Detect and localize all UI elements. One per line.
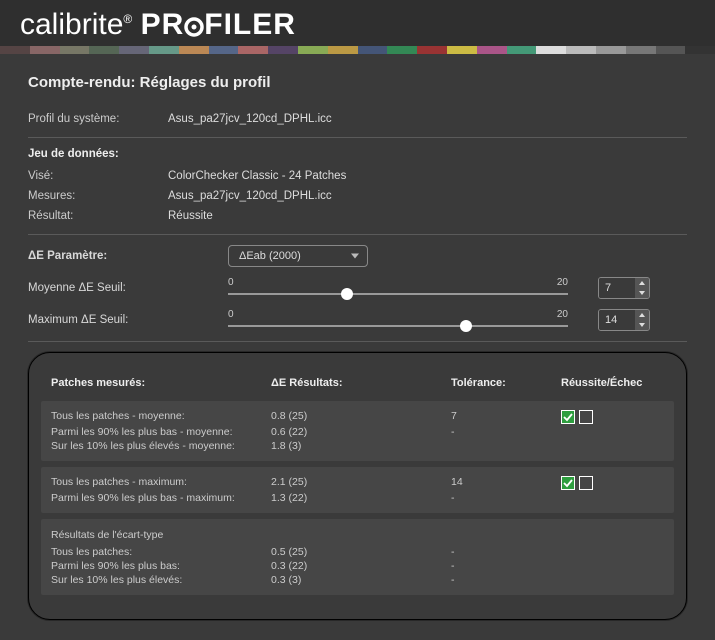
row-pf bbox=[561, 410, 651, 424]
brand-text: calibrite bbox=[20, 8, 123, 41]
result-row: Sur les 10% les plus élevés - moyenne:1.… bbox=[51, 439, 664, 453]
row-de: 1.8 (3) bbox=[271, 440, 451, 452]
row-de: 0.8 (25) bbox=[271, 410, 451, 424]
row-tol: - bbox=[451, 574, 561, 586]
row-pf bbox=[561, 476, 651, 490]
max-threshold-label: Maximum ΔE Seuil: bbox=[28, 314, 228, 326]
stepper-down-icon[interactable] bbox=[635, 320, 649, 330]
max-threshold-input[interactable] bbox=[599, 310, 635, 330]
col-passfail: Réussite/Échec bbox=[561, 377, 651, 389]
results-header: Patches mesurés: ΔE Résultats: Tolérance… bbox=[51, 371, 664, 395]
row-label: Parmi les 90% les plus bas - moyenne: bbox=[51, 426, 271, 438]
result-row: Résultat: Réussite bbox=[28, 206, 687, 226]
result-row: Tous les patches:0.5 (25)- bbox=[51, 545, 664, 559]
fail-icon bbox=[579, 410, 593, 424]
slider-thumb[interactable] bbox=[341, 288, 353, 300]
row-pf bbox=[561, 574, 651, 586]
row-tol: 14 bbox=[451, 476, 561, 490]
pass-fail-indicator bbox=[561, 476, 651, 490]
de-param-selected: ΔEab (2000) bbox=[239, 250, 301, 262]
target-row: Visé: ColorChecker Classic - 24 Patches bbox=[28, 166, 687, 186]
de-param-select[interactable]: ΔEab (2000) bbox=[228, 245, 368, 267]
row-de: 0.3 (22) bbox=[271, 560, 451, 572]
fail-icon bbox=[579, 476, 593, 490]
row-label: Parmi les 90% les plus bas - maximum: bbox=[51, 492, 271, 504]
slider-min: 0 bbox=[228, 277, 234, 288]
max-threshold-stepper[interactable] bbox=[598, 309, 650, 331]
avg-threshold-stepper[interactable] bbox=[598, 277, 650, 299]
results-block-max: Tous les patches - maximum:2.1 (25)14Par… bbox=[41, 467, 674, 513]
row-pf bbox=[561, 426, 651, 438]
row-de: 2.1 (25) bbox=[271, 476, 451, 490]
col-patches: Patches mesurés: bbox=[51, 377, 271, 389]
slider-min: 0 bbox=[228, 309, 234, 320]
product-text: PRFILER bbox=[141, 8, 296, 41]
row-tol: - bbox=[451, 426, 561, 438]
row-tol: - bbox=[451, 560, 561, 572]
row-pf bbox=[561, 440, 651, 452]
system-profile-label: Profil du système: bbox=[28, 113, 168, 125]
row-label: Sur les 10% les plus élevés - moyenne: bbox=[51, 440, 271, 452]
row-label: Parmi les 90% les plus bas: bbox=[51, 560, 271, 572]
system-profile-row: Profil du système: Asus_pa27jcv_120cd_DP… bbox=[28, 109, 687, 129]
divider bbox=[28, 234, 687, 235]
result-value: Réussite bbox=[168, 210, 213, 222]
result-row: Parmi les 90% les plus bas - moyenne:0.6… bbox=[51, 425, 664, 439]
dataset-heading: Jeu de données: bbox=[28, 148, 687, 160]
stepper-up-icon[interactable] bbox=[635, 278, 649, 288]
row-tol bbox=[451, 440, 561, 452]
row-label: Tous les patches: bbox=[51, 546, 271, 558]
color-strip bbox=[0, 46, 715, 54]
row-pf bbox=[561, 560, 651, 572]
results-panel: Patches mesurés: ΔE Résultats: Tolérance… bbox=[28, 352, 687, 620]
row-label: Tous les patches - maximum: bbox=[51, 476, 271, 490]
std-heading: Résultats de l'écart-type bbox=[51, 527, 664, 545]
results-block-std: Résultats de l'écart-type Tous les patch… bbox=[41, 519, 674, 595]
de-param-label: ΔE Paramètre: bbox=[28, 250, 228, 262]
row-tol: 7 bbox=[451, 410, 561, 424]
slider-max: 20 bbox=[557, 277, 568, 288]
pass-icon bbox=[561, 476, 575, 490]
measures-value: Asus_pa27jcv_120cd_DPHL.icc bbox=[168, 190, 332, 202]
row-pf bbox=[561, 492, 651, 504]
row-de: 0.6 (22) bbox=[271, 426, 451, 438]
col-tolerance: Tolérance: bbox=[451, 377, 561, 389]
app-logo: calibrite® PRFILER bbox=[20, 8, 695, 42]
row-label: Tous les patches - moyenne: bbox=[51, 410, 271, 424]
slider-thumb[interactable] bbox=[460, 320, 472, 332]
measures-row: Mesures: Asus_pa27jcv_120cd_DPHL.icc bbox=[28, 186, 687, 206]
result-row: Tous les patches - maximum:2.1 (25)14 bbox=[51, 475, 664, 491]
col-de: ΔE Résultats: bbox=[271, 377, 451, 389]
result-row: Parmi les 90% les plus bas - maximum:1.3… bbox=[51, 491, 664, 505]
avg-threshold-slider[interactable]: 0 20 bbox=[228, 281, 568, 295]
target-label: Visé: bbox=[28, 170, 168, 182]
row-tol: - bbox=[451, 546, 561, 558]
row-de: 0.3 (3) bbox=[271, 574, 451, 586]
pass-fail-indicator bbox=[561, 410, 651, 424]
row-label: Sur les 10% les plus élevés: bbox=[51, 574, 271, 586]
row-de: 0.5 (25) bbox=[271, 546, 451, 558]
stepper-down-icon[interactable] bbox=[635, 288, 649, 298]
max-threshold-slider[interactable]: 0 20 bbox=[228, 313, 568, 327]
result-label: Résultat: bbox=[28, 210, 168, 222]
system-profile-value: Asus_pa27jcv_120cd_DPHL.icc bbox=[168, 113, 332, 125]
stepper-up-icon[interactable] bbox=[635, 310, 649, 320]
slider-max: 20 bbox=[557, 309, 568, 320]
target-value: ColorChecker Classic - 24 Patches bbox=[168, 170, 346, 182]
results-block-avg: Tous les patches - moyenne:0.8 (25)7Parm… bbox=[41, 401, 674, 461]
result-row: Sur les 10% les plus élevés:0.3 (3)- bbox=[51, 573, 664, 587]
page-title: Compte-rendu: Réglages du profil bbox=[28, 74, 687, 91]
avg-threshold-input[interactable] bbox=[599, 278, 635, 298]
avg-threshold-label: Moyenne ΔE Seuil: bbox=[28, 282, 228, 294]
pass-icon bbox=[561, 410, 575, 424]
result-row: Tous les patches - moyenne:0.8 (25)7 bbox=[51, 409, 664, 425]
row-de: 1.3 (22) bbox=[271, 492, 451, 504]
result-row: Parmi les 90% les plus bas:0.3 (22)- bbox=[51, 559, 664, 573]
measures-label: Mesures: bbox=[28, 190, 168, 202]
divider bbox=[28, 341, 687, 342]
row-pf bbox=[561, 546, 651, 558]
app-header: calibrite® PRFILER bbox=[0, 0, 715, 46]
row-tol: - bbox=[451, 492, 561, 504]
divider bbox=[28, 137, 687, 138]
